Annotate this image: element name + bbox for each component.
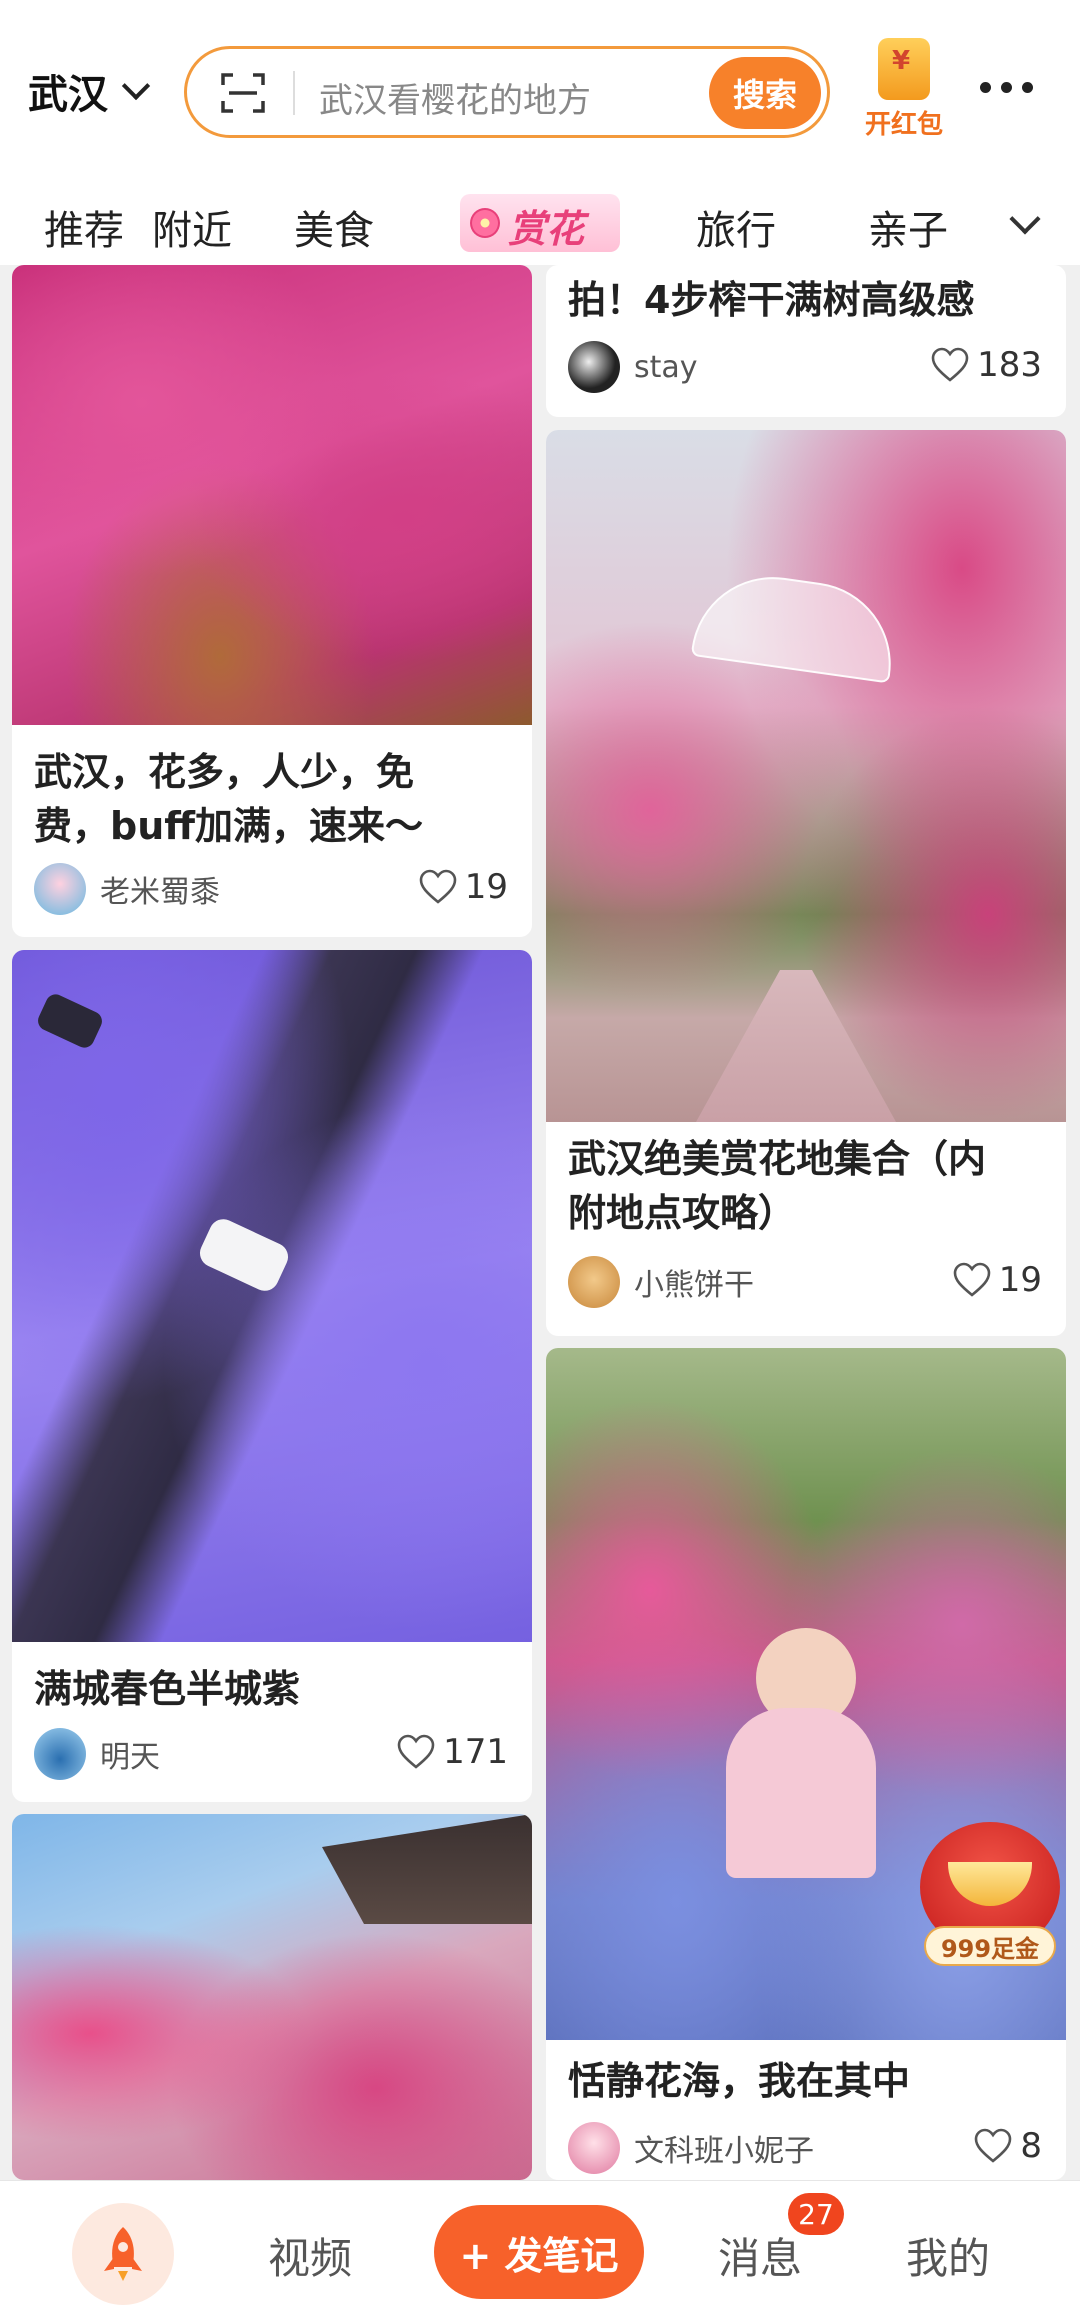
avatar xyxy=(34,1728,86,1780)
rocket-icon xyxy=(104,2227,142,2281)
post-author[interactable]: 小熊饼干 xyxy=(568,1256,754,1308)
bottom-nav: 视频 + 发笔记 消息 27 我的 xyxy=(0,2180,1080,2312)
feed-card[interactable]: 恬静花海，我在其中 文科班小妮子 8 xyxy=(546,1348,1066,2180)
post-author[interactable]: 文科班小妮子 xyxy=(568,2122,814,2174)
heart-icon xyxy=(931,347,969,382)
author-name: stay xyxy=(634,349,698,385)
heart-icon xyxy=(975,2128,1012,2163)
author-name: 明天 xyxy=(100,1740,160,1775)
like-count: 19 xyxy=(464,867,508,907)
nav-messages[interactable]: 消息 xyxy=(718,2225,802,2286)
tab-family[interactable]: 亲子 xyxy=(868,198,948,256)
tab-food[interactable]: 美食 xyxy=(294,198,374,256)
tab-recommend[interactable]: 推荐 xyxy=(44,198,124,256)
post-title-line: 武汉，花多，人少，免 xyxy=(34,750,415,794)
like-count: 171 xyxy=(443,1732,508,1772)
search-divider xyxy=(293,71,295,115)
feed-card[interactable]: 武汉，花多，人少，免 费，buff加满，速来～ 老米蜀黍 19 xyxy=(12,265,532,937)
author-name: 文科班小妮子 xyxy=(634,2134,814,2169)
tab-nearby[interactable]: 附近 xyxy=(152,198,232,256)
umbrella-shape xyxy=(690,566,902,684)
author-name: 小熊饼干 xyxy=(634,1268,754,1303)
promo-label: 999足金 xyxy=(924,1926,1056,1966)
messages-badge: 27 xyxy=(788,2193,844,2235)
like-button[interactable]: 8 xyxy=(974,2126,1042,2166)
city-label: 武汉 xyxy=(28,72,108,118)
gold-promo-badge[interactable]: 999足金 xyxy=(920,1822,1060,1972)
chevron-down-icon[interactable] xyxy=(1009,203,1041,235)
feed-card[interactable] xyxy=(12,1814,532,2180)
post-image xyxy=(12,1814,532,2180)
post-title-line: 费，buff加满，速来～ xyxy=(34,804,424,848)
nav-video[interactable]: 视频 xyxy=(268,2225,352,2286)
feed-card[interactable]: 满城春色半城紫 明天 171 xyxy=(12,950,532,1802)
home-button[interactable] xyxy=(72,2203,174,2305)
car-shape xyxy=(34,991,106,1051)
avatar xyxy=(568,341,620,393)
post-title-line: 附地点攻略） xyxy=(568,1191,797,1235)
nav-me[interactable]: 我的 xyxy=(906,2225,990,2286)
scan-icon[interactable] xyxy=(221,71,265,115)
like-button[interactable]: 19 xyxy=(953,1260,1042,1300)
city-selector[interactable]: 武汉 xyxy=(28,62,151,120)
post-title-line: 满城春色半城紫 xyxy=(34,1667,301,1711)
search-button[interactable]: 搜索 xyxy=(709,57,821,129)
flower-icon xyxy=(470,208,500,238)
post-title-line: 恬静花海，我在其中 xyxy=(568,2059,911,2103)
author-name: 老米蜀黍 xyxy=(100,875,220,910)
chevron-down-icon xyxy=(121,71,151,101)
more-icon[interactable] xyxy=(980,82,1033,93)
like-count: 19 xyxy=(998,1260,1042,1300)
avatar xyxy=(34,863,86,915)
red-packet-button[interactable]: 开红包 xyxy=(858,38,950,140)
avatar xyxy=(568,2122,620,2174)
category-tabs: 推荐 附近 美食 赏花 旅行 亲子 xyxy=(0,190,1080,260)
post-image xyxy=(12,265,532,725)
heart-icon xyxy=(397,1734,435,1769)
feed-card[interactable]: 拍！4步榨干满树高级感 stay 183 xyxy=(546,265,1066,417)
like-count: 183 xyxy=(977,345,1042,385)
post-author[interactable]: 明天 xyxy=(34,1728,160,1780)
heart-icon xyxy=(419,869,457,904)
search-input[interactable]: 武汉看樱花的地方 xyxy=(319,73,591,122)
post-author[interactable]: stay xyxy=(568,341,698,393)
tab-flowers-label: 赏花 xyxy=(508,207,585,251)
roof-shape xyxy=(322,1814,532,1924)
like-count: 8 xyxy=(1020,2126,1042,2166)
avatar xyxy=(568,1256,620,1308)
heart-icon xyxy=(953,1262,991,1297)
red-packet-icon xyxy=(878,38,930,100)
person-shape xyxy=(726,1708,876,1878)
post-title-line: 拍！4步榨干满树高级感 xyxy=(568,278,975,322)
search-bar[interactable]: 武汉看樱花的地方 搜索 xyxy=(184,46,830,138)
post-author[interactable]: 老米蜀黍 xyxy=(34,863,220,915)
post-image xyxy=(12,950,532,1642)
like-button[interactable]: 19 xyxy=(419,867,508,907)
like-button[interactable]: 183 xyxy=(931,345,1042,385)
tab-flowers[interactable]: 赏花 xyxy=(460,194,620,252)
feed-card[interactable]: 武汉绝美赏花地集合（内 附地点攻略） 小熊饼干 19 xyxy=(546,430,1066,1336)
top-header: 武汉 武汉看樱花的地方 搜索 开红包 推荐 附近 美食 赏花 旅行 亲子 xyxy=(0,0,1080,265)
like-button[interactable]: 171 xyxy=(397,1732,508,1772)
car-shape xyxy=(195,1214,293,1296)
post-image xyxy=(546,430,1066,1122)
post-note-button[interactable]: + 发笔记 xyxy=(434,2205,644,2299)
red-packet-label: 开红包 xyxy=(864,110,943,140)
tab-travel[interactable]: 旅行 xyxy=(696,198,776,256)
post-title-line: 武汉绝美赏花地集合（内 xyxy=(568,1137,987,1181)
road-shape xyxy=(696,970,896,1122)
